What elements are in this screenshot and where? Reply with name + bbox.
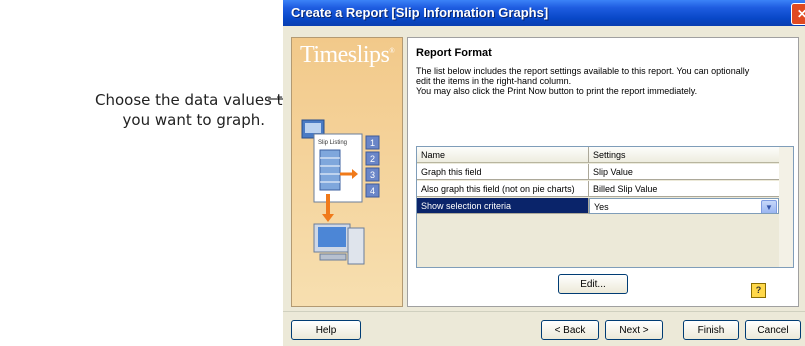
grid-row-setting[interactable]: Slip Value [589,164,779,180]
dropdown-value: Yes [594,202,609,212]
grid-row-name[interactable]: Graph this field [417,164,589,180]
doc-label: Slip Listing [318,140,347,146]
step-1: 1 [370,138,375,148]
grid-row-name[interactable]: Also graph this field (not on pie charts… [417,181,589,197]
window-title: Create a Report [Slip Information Graphs… [291,5,549,20]
wizard-footer: Help < Back Next > Finish Cancel [283,311,805,346]
edit-button[interactable]: Edit... [558,274,628,294]
column-header-name[interactable]: Name [417,147,589,163]
selection-criteria-dropdown[interactable]: Yes ▼ [589,198,779,214]
callout-line-1: Choose the data values that [95,91,308,109]
finish-button[interactable]: Finish [683,320,739,340]
callout-text: Choose the data values that you want to … [95,90,308,130]
grid-row-name[interactable]: Show selection criteria [417,198,589,214]
title-bar: Create a Report [Slip Information Graphs… [283,0,805,26]
grid-row[interactable]: Also graph this field (not on pie charts… [417,181,779,198]
report-settings-grid[interactable]: Name Settings Graph this field Slip Valu… [416,146,794,268]
section-description: The list below includes the report setti… [416,66,788,96]
wizard-illustration-icon: Slip Listing 1 2 3 4 [301,119,380,265]
cancel-button[interactable]: Cancel [745,320,801,340]
help-button[interactable]: Help [291,320,361,340]
close-button[interactable]: ✕ [791,3,805,25]
section-heading: Report Format [416,47,492,59]
description-line-3: You may also click the Print Now button … [416,86,698,96]
grid-row[interactable]: Graph this field Slip Value [417,164,779,181]
back-button[interactable]: < Back [541,320,599,340]
description-line-1: The list below includes the report setti… [416,66,750,76]
step-3: 3 [370,170,375,180]
callout-line-2: you want to graph. [122,111,265,129]
grid-row-selected[interactable]: Show selection criteria Yes ▼ [417,198,779,215]
grid-header: Name Settings [417,147,779,164]
help-icon[interactable]: ? [751,283,766,298]
report-format-panel: Report Format The list below includes th… [407,37,799,307]
column-header-settings[interactable]: Settings [589,147,779,163]
grid-row-setting[interactable]: Billed Slip Value [589,181,779,197]
step-2: 2 [370,154,375,164]
description-line-2: edit the items in the right-hand column. [416,76,572,86]
create-report-dialog: Create a Report [Slip Information Graphs… [283,0,805,346]
step-4: 4 [370,186,375,196]
grid-scroll-area [779,147,793,267]
chevron-down-icon[interactable]: ▼ [761,200,777,213]
next-button[interactable]: Next > [605,320,663,340]
wizard-side-panel: Timeslips® Slip Listing 1 2 3 4 [291,37,403,307]
